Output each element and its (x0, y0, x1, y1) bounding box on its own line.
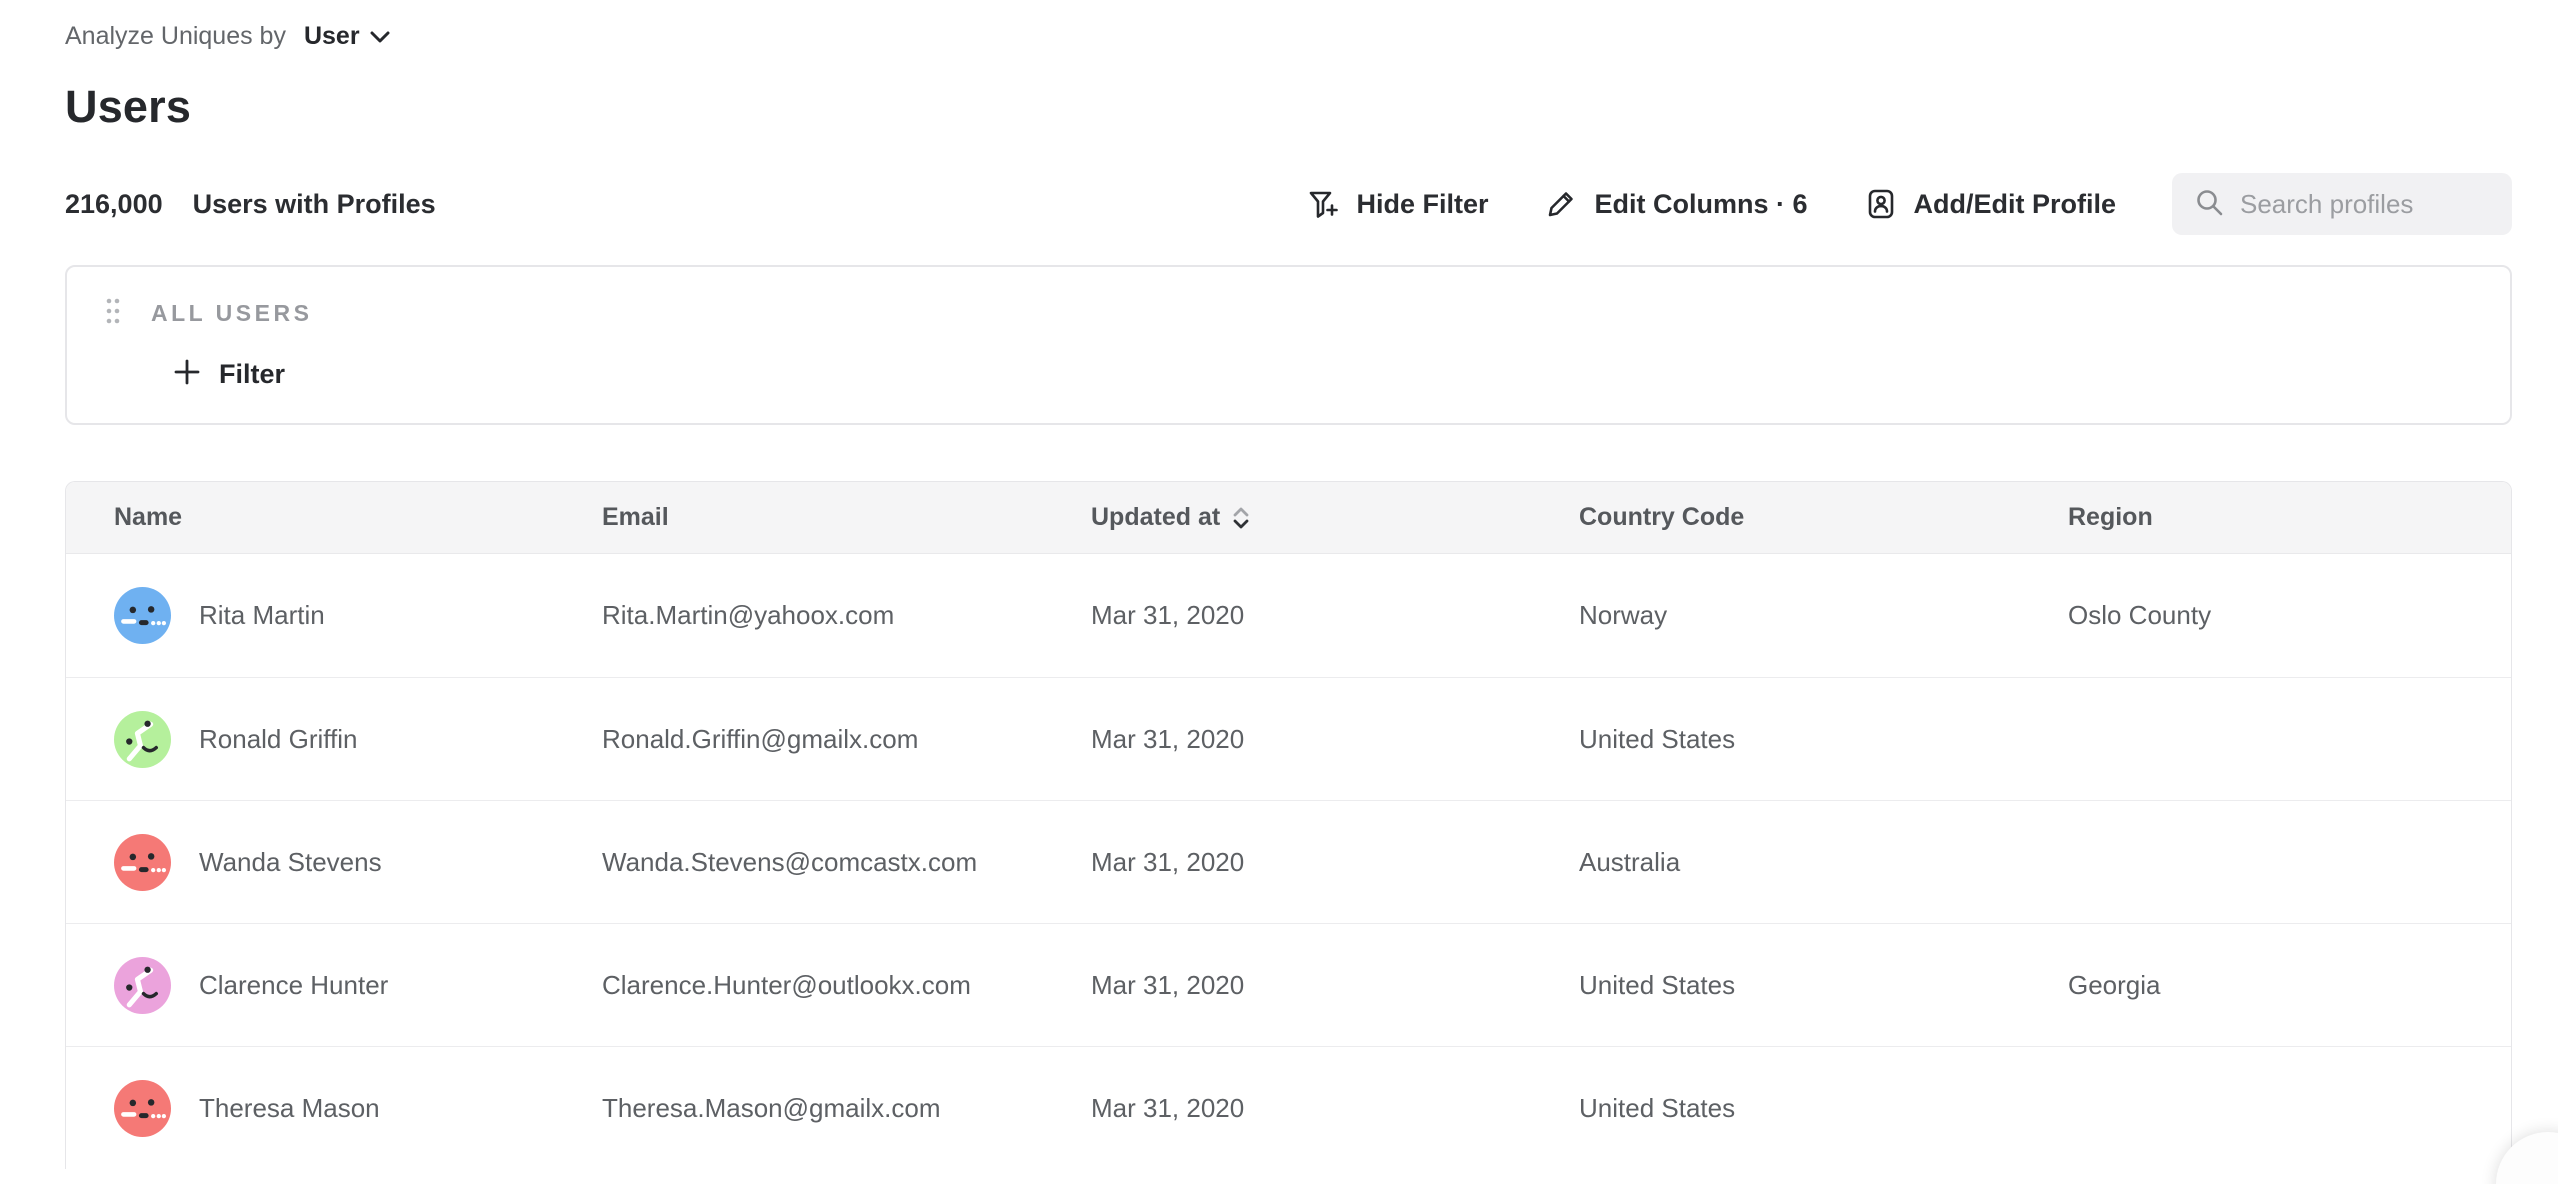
filter-group-label: ALL USERS (151, 300, 312, 327)
search-profiles-box[interactable] (2172, 173, 2512, 235)
filter-panel: ALL USERS Filter (65, 265, 2512, 425)
cell-email: Theresa.Mason@gmailx.com (554, 1047, 1043, 1169)
cell-updated-at: Mar 31, 2020 (1043, 924, 1531, 1046)
profile-card-icon (1864, 187, 1898, 221)
profile-count-value: 216,000 (65, 189, 163, 220)
cell-email: Clarence.Hunter@outlookx.com (554, 924, 1043, 1046)
avatar (114, 1080, 171, 1137)
table-row[interactable]: Wanda Stevens Wanda.Stevens@comcastx.com… (66, 800, 2511, 923)
cell-email: Wanda.Stevens@comcastx.com (554, 801, 1043, 923)
cell-region: Georgia (2020, 924, 2511, 1046)
drag-handle-icon[interactable] (105, 295, 121, 332)
avatar (114, 957, 171, 1014)
table-row[interactable]: Theresa Mason Theresa.Mason@gmailx.com M… (66, 1046, 2511, 1169)
add-filter-label: Filter (219, 359, 285, 390)
magnifier-icon (2194, 187, 2224, 222)
column-header-name[interactable]: Name (66, 482, 554, 553)
column-header-country-code[interactable]: Country Code (1531, 482, 2020, 553)
cell-email: Rita.Martin@yahoox.com (554, 554, 1043, 677)
analyze-uniques-row: Analyze Uniques by User (65, 22, 2512, 51)
cell-email: Ronald.Griffin@gmailx.com (554, 678, 1043, 800)
chevron-down-icon (370, 22, 390, 51)
cell-name: Wanda Stevens (66, 801, 554, 923)
stats-toolbar-row: 216,000 Users with Profiles Hide Filter (65, 173, 2512, 235)
analyze-uniques-value: User (304, 22, 360, 51)
profile-count: 216,000 Users with Profiles (65, 189, 436, 220)
column-header-email[interactable]: Email (554, 482, 1043, 553)
hide-filter-label: Hide Filter (1356, 189, 1488, 220)
user-name: Wanda Stevens (199, 847, 382, 878)
column-header-label: Name (114, 503, 182, 532)
user-name: Rita Martin (199, 600, 325, 631)
analyze-uniques-dropdown[interactable]: User (304, 22, 390, 51)
user-name: Ronald Griffin (199, 724, 358, 755)
cell-name: Clarence Hunter (66, 924, 554, 1046)
column-header-updated-at[interactable]: Updated at (1043, 482, 1531, 553)
table-header-row: Name Email Updated at Country Code Region (66, 482, 2511, 554)
pencil-icon (1544, 187, 1578, 221)
analyze-uniques-label: Analyze Uniques by (65, 22, 286, 51)
page-title: Users (65, 81, 2512, 133)
funnel-plus-icon (1306, 187, 1340, 221)
table-row[interactable]: Ronald Griffin Ronald.Griffin@gmailx.com… (66, 677, 2511, 800)
table-row[interactable]: Clarence Hunter Clarence.Hunter@outlookx… (66, 923, 2511, 1046)
plus-icon (173, 358, 201, 391)
cell-country-code: Norway (1531, 554, 2020, 677)
cell-name: Rita Martin (66, 554, 554, 677)
cell-region: Oslo County (2020, 554, 2511, 677)
column-header-region[interactable]: Region (2020, 482, 2511, 553)
cell-updated-at: Mar 31, 2020 (1043, 554, 1531, 677)
column-header-label: Country Code (1579, 503, 1744, 532)
cell-country-code: United States (1531, 924, 2020, 1046)
table-row[interactable]: Rita Martin Rita.Martin@yahoox.com Mar 3… (66, 554, 2511, 677)
edit-columns-label: Edit Columns · 6 (1594, 189, 1807, 220)
sort-arrows-icon (1232, 506, 1250, 530)
table-body: Rita Martin Rita.Martin@yahoox.com Mar 3… (66, 554, 2511, 1169)
column-header-label: Updated at (1091, 503, 1220, 532)
column-header-label: Email (602, 503, 669, 532)
avatar (114, 711, 171, 768)
add-edit-profile-label: Add/Edit Profile (1914, 189, 2117, 220)
cell-updated-at: Mar 31, 2020 (1043, 801, 1531, 923)
cell-region (2020, 678, 2511, 800)
avatar (114, 834, 171, 891)
user-name: Theresa Mason (199, 1093, 380, 1124)
profile-count-label: Users with Profiles (193, 189, 436, 220)
edit-columns-button[interactable]: Edit Columns · 6 (1544, 187, 1807, 221)
users-page: Analyze Uniques by User Users 216,000 Us… (0, 22, 2558, 1169)
add-filter-button[interactable]: Filter (173, 358, 285, 391)
column-header-label: Region (2068, 503, 2153, 532)
cell-updated-at: Mar 31, 2020 (1043, 678, 1531, 800)
cell-region (2020, 1047, 2511, 1169)
users-table: Name Email Updated at Country Code Region Ri… (65, 481, 2512, 1169)
search-profiles-input[interactable] (2240, 189, 2490, 220)
cell-region (2020, 801, 2511, 923)
hide-filter-button[interactable]: Hide Filter (1306, 187, 1488, 221)
cell-country-code: United States (1531, 678, 2020, 800)
cell-updated-at: Mar 31, 2020 (1043, 1047, 1531, 1169)
cell-country-code: United States (1531, 1047, 2020, 1169)
user-name: Clarence Hunter (199, 970, 388, 1001)
add-edit-profile-button[interactable]: Add/Edit Profile (1864, 187, 2117, 221)
toolbar: Hide Filter Edit Columns · 6 (1306, 173, 2512, 235)
cell-name: Ronald Griffin (66, 678, 554, 800)
cell-country-code: Australia (1531, 801, 2020, 923)
cell-name: Theresa Mason (66, 1047, 554, 1169)
avatar (114, 587, 171, 644)
